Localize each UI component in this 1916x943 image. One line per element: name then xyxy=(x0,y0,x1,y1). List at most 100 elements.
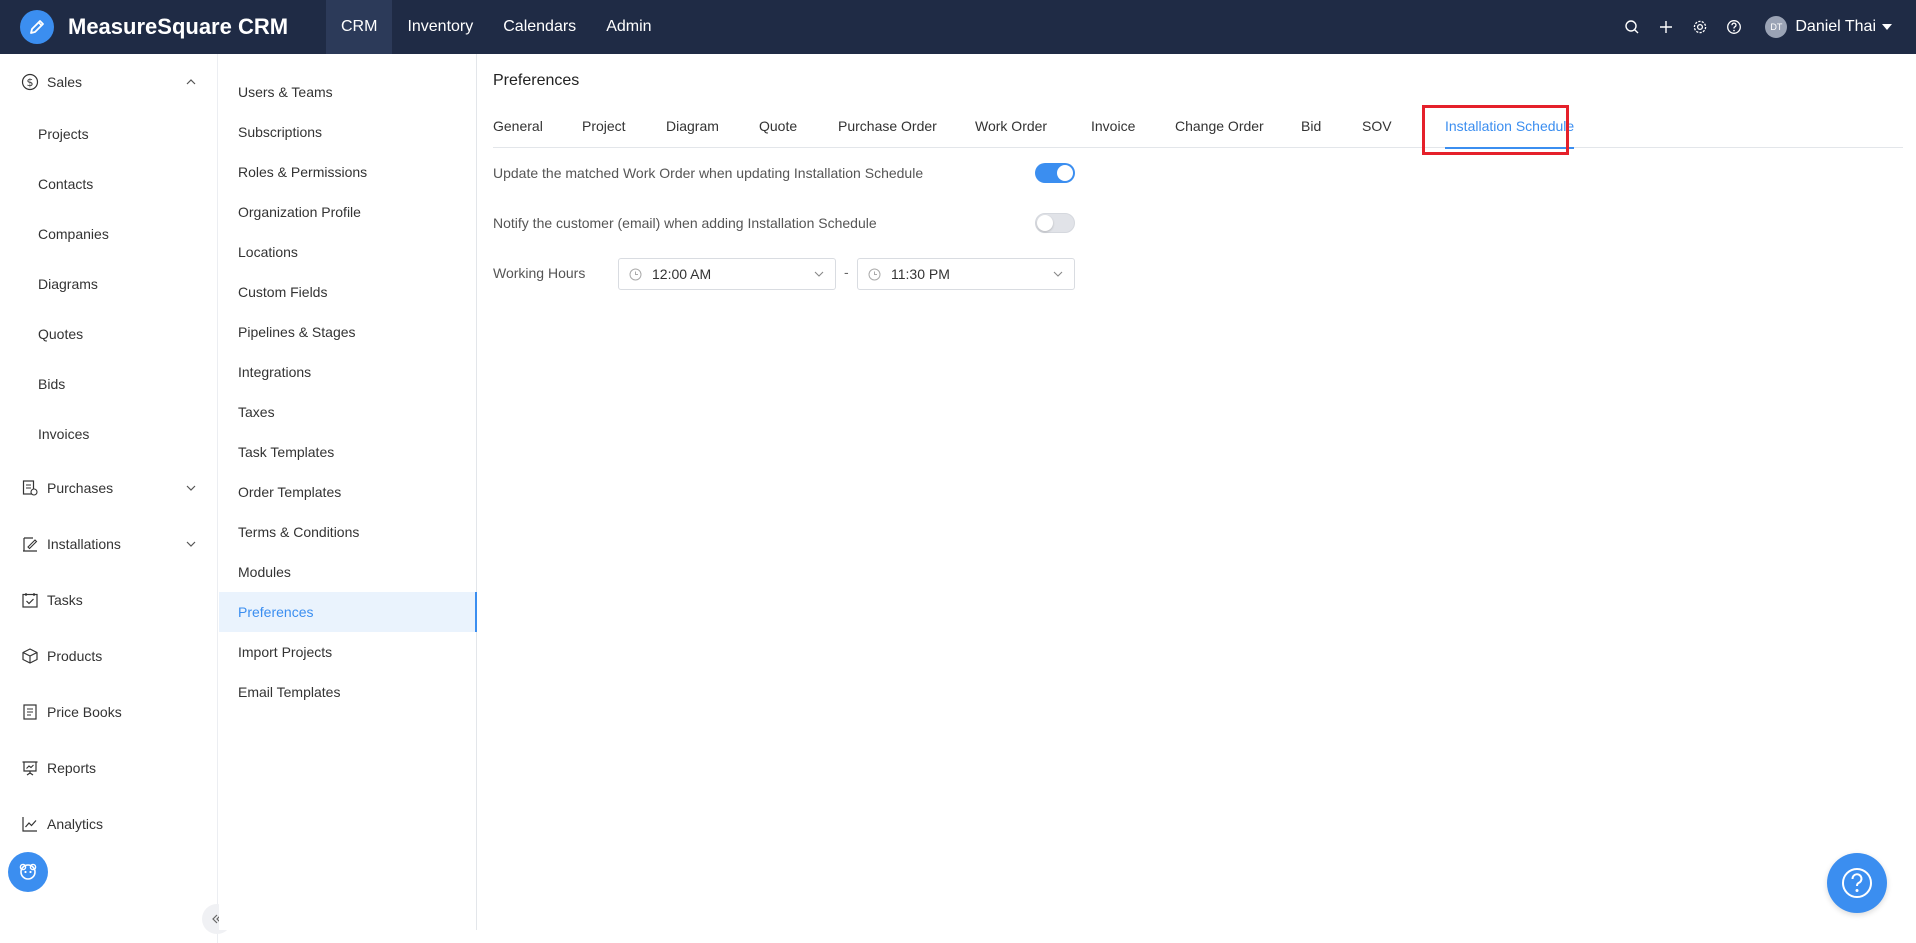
settings-integrations[interactable]: Integrations xyxy=(219,352,477,392)
nav-item-companies[interactable]: Companies xyxy=(0,214,218,254)
nav-tasks-label: Tasks xyxy=(47,592,83,608)
settings-custom-fields[interactable]: Custom Fields xyxy=(219,272,477,312)
presentation-board-icon xyxy=(20,758,40,778)
tab-invoice[interactable]: Invoice xyxy=(1091,104,1135,148)
tab-installation-schedule-label: Installation Schedule xyxy=(1445,118,1575,134)
tab-quote[interactable]: Quote xyxy=(759,104,797,148)
gear-icon[interactable] xyxy=(1683,10,1717,44)
nav-item-quotes[interactable]: Quotes xyxy=(0,314,218,354)
tab-work-order[interactable]: Work Order xyxy=(975,104,1047,148)
chevron-up-icon xyxy=(184,75,198,89)
nav-products[interactable]: Products xyxy=(0,636,218,676)
settings-modules[interactable]: Modules xyxy=(219,552,477,592)
top-icons: DT Daniel Thai xyxy=(1615,0,1892,54)
nav-installations[interactable]: Installations xyxy=(0,524,218,564)
chevron-down-icon xyxy=(813,268,825,280)
settings-terms-conditions[interactable]: Terms & Conditions xyxy=(219,512,477,552)
question-icon[interactable] xyxy=(1717,10,1751,44)
help-question-icon[interactable] xyxy=(1827,853,1887,913)
nav-products-label: Products xyxy=(47,648,103,664)
brand-logo-icon xyxy=(20,10,54,44)
nav-installations-label: Installations xyxy=(47,536,121,552)
top-bar: MeasureSquare CRM CRM Inventory Calendar… xyxy=(0,0,1916,54)
settings-roles-permissions[interactable]: Roles & Permissions xyxy=(219,152,477,192)
tab-project[interactable]: Project xyxy=(582,104,626,148)
working-hours-end-value: 11:30 PM xyxy=(891,266,950,282)
topnav-calendars[interactable]: Calendars xyxy=(488,0,591,54)
settings-organization-profile[interactable]: Organization Profile xyxy=(219,192,477,232)
nav-tasks[interactable]: Tasks xyxy=(0,580,218,620)
purchase-order-icon xyxy=(20,478,40,498)
box-icon xyxy=(20,646,40,666)
page-title: Preferences xyxy=(493,72,580,89)
tab-change-order[interactable]: Change Order xyxy=(1175,104,1264,148)
caret-down-icon xyxy=(1882,24,1892,30)
working-hours-start-select[interactable]: 12:00 AM xyxy=(618,258,836,290)
settings-taxes[interactable]: Taxes xyxy=(219,392,477,432)
tab-installation-schedule[interactable]: Installation Schedule xyxy=(1445,104,1575,149)
tab-bid[interactable]: Bid xyxy=(1301,104,1321,148)
nav-sales-label: Sales xyxy=(47,74,83,90)
update-work-order-toggle[interactable] xyxy=(1035,163,1075,183)
settings-subscriptions[interactable]: Subscriptions xyxy=(219,112,477,152)
calendar-check-icon xyxy=(20,590,40,610)
nav-item-invoices[interactable]: Invoices xyxy=(0,414,218,454)
pref-notify-customer: Notify the customer (email) when adding … xyxy=(493,208,877,238)
chevron-down-icon xyxy=(1052,268,1064,280)
working-hours-label: Working Hours xyxy=(493,265,586,281)
nav-price-books[interactable]: Price Books xyxy=(0,692,218,732)
pref-notify-customer-label: Notify the customer (email) when adding … xyxy=(493,215,877,231)
settings-pipelines-stages[interactable]: Pipelines & Stages xyxy=(219,312,477,352)
tab-purchase-order[interactable]: Purchase Order xyxy=(838,104,937,148)
avatar: DT xyxy=(1765,16,1788,38)
user-menu[interactable]: DT Daniel Thai xyxy=(1765,16,1892,38)
installation-icon xyxy=(20,534,40,554)
active-tab-indicator xyxy=(1445,147,1575,149)
nav-analytics[interactable]: Analytics xyxy=(0,804,218,844)
settings-users-teams[interactable]: Users & Teams xyxy=(219,72,477,112)
topnav-admin[interactable]: Admin xyxy=(591,0,666,54)
assistant-bot-icon[interactable] xyxy=(8,852,48,892)
nav-item-contacts[interactable]: Contacts xyxy=(0,164,218,204)
main-content: Preferences General Project Diagram Quot… xyxy=(478,54,1916,943)
nav-reports[interactable]: Reports xyxy=(0,748,218,788)
topnav-crm[interactable]: CRM xyxy=(326,0,393,54)
settings-task-templates[interactable]: Task Templates xyxy=(219,432,477,472)
dollar-circle-icon: $ xyxy=(20,72,40,92)
pref-update-work-order: Update the matched Work Order when updat… xyxy=(493,158,923,188)
brand[interactable]: MeasureSquare CRM xyxy=(20,10,288,44)
preferences-tabs: General Project Diagram Quote Purchase O… xyxy=(493,104,1903,149)
settings-preferences[interactable]: Preferences xyxy=(219,592,477,632)
working-hours-end-select[interactable]: 11:30 PM xyxy=(857,258,1075,290)
document-list-icon xyxy=(20,702,40,722)
topnav-inventory[interactable]: Inventory xyxy=(392,0,488,54)
brand-name: MeasureSquare CRM xyxy=(68,14,289,39)
clock-icon xyxy=(867,267,881,281)
settings-email-templates[interactable]: Email Templates xyxy=(219,672,477,712)
settings-order-templates[interactable]: Order Templates xyxy=(219,472,477,512)
chevron-down-icon xyxy=(184,537,198,551)
settings-locations[interactable]: Locations xyxy=(219,232,477,272)
nav-purchases[interactable]: Purchases xyxy=(0,468,218,508)
user-name: Daniel Thai xyxy=(1795,18,1876,35)
nav-sales[interactable]: $ Sales xyxy=(0,62,218,102)
toggle-knob xyxy=(1057,165,1073,181)
plus-icon[interactable] xyxy=(1649,10,1683,44)
nav-item-bids[interactable]: Bids xyxy=(0,364,218,404)
notify-customer-toggle[interactable] xyxy=(1035,213,1075,233)
settings-import-projects[interactable]: Import Projects xyxy=(219,632,477,672)
nav-price-books-label: Price Books xyxy=(47,704,122,720)
tab-diagram[interactable]: Diagram xyxy=(666,104,719,148)
clock-icon xyxy=(628,267,642,281)
top-nav: CRM Inventory Calendars Admin xyxy=(326,0,667,54)
nav-item-diagrams[interactable]: Diagrams xyxy=(0,264,218,304)
nav-analytics-label: Analytics xyxy=(47,816,104,832)
nav-item-projects[interactable]: Projects xyxy=(0,114,218,154)
tab-sov[interactable]: SOV xyxy=(1362,104,1392,148)
line-chart-icon xyxy=(20,814,40,834)
search-icon[interactable] xyxy=(1615,10,1649,44)
settings-menu: Users & Teams Subscriptions Roles & Perm… xyxy=(219,54,477,930)
toggle-knob xyxy=(1037,215,1053,231)
left-nav: $ Sales Projects Contacts Companies Diag… xyxy=(0,54,232,943)
tab-general[interactable]: General xyxy=(493,104,543,148)
